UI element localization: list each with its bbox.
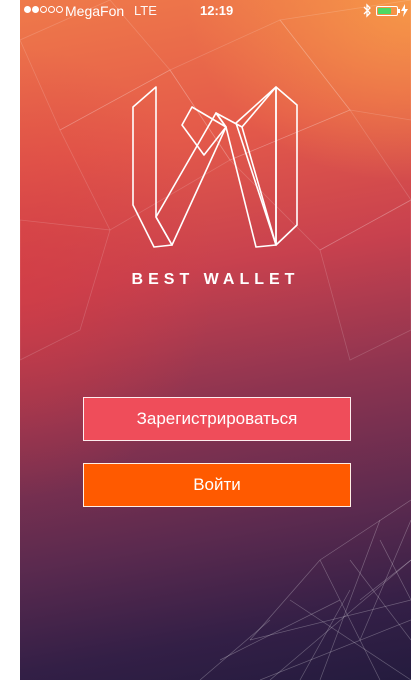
brand-name: BEST WALLET (131, 271, 300, 288)
signal-dot (48, 6, 55, 13)
register-button[interactable]: Зарегистрироваться (83, 397, 351, 441)
register-button-label: Зарегистрироваться (136, 409, 298, 428)
signal-dot (32, 6, 39, 13)
carrier-name: MegaFon (65, 3, 125, 19)
signal-dot (40, 6, 47, 13)
battery-tip (398, 9, 400, 13)
status-bar: MegaFon LTE 12:19 (20, 0, 411, 22)
signal-strength-icon (24, 6, 63, 13)
network-type: LTE (134, 3, 157, 18)
w-monogram-logo-icon (132, 86, 298, 248)
signal-dot (56, 6, 63, 13)
status-time: 12:19 (200, 3, 234, 18)
battery-icon (376, 6, 398, 16)
signal-dot (24, 6, 31, 13)
battery-level (378, 8, 391, 14)
splash-screen: MegaFon LTE 12:19 BEST WALLET Зарегистри… (20, 0, 411, 680)
login-button-label: Войти (193, 475, 241, 494)
charging-bolt-icon (401, 4, 408, 17)
bluetooth-icon (363, 3, 371, 18)
login-button[interactable]: Войти (83, 463, 351, 507)
